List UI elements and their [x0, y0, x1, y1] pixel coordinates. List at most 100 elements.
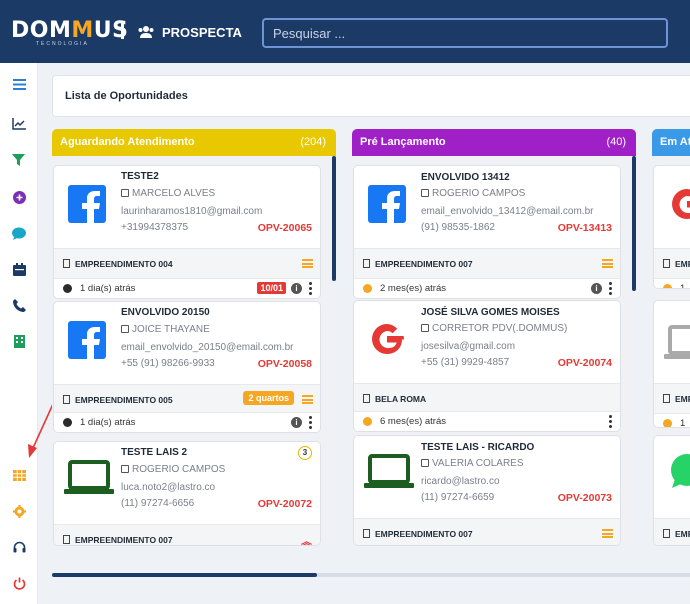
- empreendimento-label: EMPREENDIMENTO 007: [75, 535, 173, 545]
- laptop-icon: [664, 325, 690, 359]
- menu-icon[interactable]: [302, 259, 313, 268]
- building-icon: [363, 529, 370, 538]
- briefcase-icon: [421, 324, 429, 332]
- priority-up-icon[interactable]: ︽: [301, 533, 312, 545]
- empreendimento-label: BELA ROMA: [375, 394, 427, 404]
- empreendimento-label: EMPREENDIMENTO 004: [75, 259, 173, 269]
- lead-phone: +55 (31) 9929-4857: [421, 357, 510, 368]
- opv-code[interactable]: OPV-20074: [558, 357, 612, 369]
- elapsed-time: 1 dia(s) atrás: [80, 417, 136, 428]
- facebook-icon: [368, 185, 406, 223]
- opv-code[interactable]: OPV-20072: [258, 498, 312, 510]
- column-title: Em At: [660, 136, 690, 148]
- opportunity-card[interactable]: EMP: [653, 435, 690, 546]
- clock-icon: [63, 418, 72, 427]
- lead-email: email_envolvido_13412@email.com.br: [421, 206, 594, 217]
- building-icon: [363, 259, 370, 268]
- clock-icon: [363, 284, 372, 293]
- opportunity-card[interactable]: EMP 1: [653, 300, 690, 428]
- clock-icon: [663, 419, 672, 427]
- empreendimento-label: EMPREENDIMENTO 007: [375, 529, 473, 539]
- column-count: (204): [300, 136, 326, 148]
- lead-name: JOSÉ SILVA GOMES MOISES: [421, 307, 560, 318]
- more-options-icon[interactable]: [609, 282, 612, 295]
- empreendimento-label: EMPREENDIMENTO 007: [375, 259, 473, 269]
- column-header[interactable]: Em At: [652, 129, 690, 156]
- google-icon: [372, 324, 404, 354]
- opportunity-card[interactable]: ENVOLVIDO 20150 JOICE THAYANE email_envo…: [53, 301, 321, 433]
- lead-email: josesilva@gmail.com: [421, 341, 516, 352]
- more-options-icon[interactable]: [309, 282, 312, 295]
- briefcase-icon: [421, 459, 429, 467]
- lead-name: TESTE LAIS - RICARDO: [421, 442, 535, 453]
- lead-name: TESTE2: [121, 171, 159, 182]
- laptop-icon: [364, 454, 414, 488]
- column-scrollbar[interactable]: [632, 156, 636, 291]
- elapsed-time: 1: [680, 283, 686, 289]
- lead-phone: (11) 97274-6659: [421, 492, 495, 503]
- empreendimento-label: EMP: [675, 394, 690, 404]
- clock-icon: [363, 417, 372, 426]
- menu-icon[interactable]: [302, 395, 313, 404]
- building-icon: [63, 535, 70, 544]
- opportunity-card[interactable]: ENVOLVIDO 13412 ROGERIO CAMPOS email_env…: [353, 165, 621, 299]
- date-badge[interactable]: 10/01: [257, 282, 286, 294]
- kanban-column-aguardando: Aguardando Atendimento (204) TESTE2 MARC…: [52, 129, 336, 546]
- elapsed-time: 6 mes(es) atrás: [380, 416, 446, 427]
- notification-badge[interactable]: 3: [298, 446, 312, 460]
- lead-email: email_envolvido_20150@email.com.br: [121, 342, 294, 353]
- building-icon: [63, 259, 70, 268]
- agent-name: VALERIA COLARES: [421, 458, 524, 469]
- lead-email: laurinharamos1810@gmail.com: [121, 206, 263, 217]
- column-header[interactable]: Pré Lançamento (40): [352, 129, 636, 156]
- more-options-icon[interactable]: [609, 415, 612, 428]
- lead-phone: (91) 98535-1862: [421, 222, 495, 233]
- menu-icon[interactable]: [602, 529, 613, 538]
- facebook-icon: [68, 185, 106, 223]
- whatsapp-icon: [671, 454, 690, 488]
- opportunity-card[interactable]: TESTE LAIS 2 3 ROGERIO CAMPOS luca.noto2…: [53, 441, 321, 546]
- info-icon[interactable]: i: [291, 283, 302, 294]
- column-header[interactable]: Aguardando Atendimento (204): [52, 129, 336, 156]
- building-icon: [63, 395, 70, 404]
- opv-code[interactable]: OPV-13413: [558, 222, 612, 234]
- info-icon[interactable]: i: [291, 417, 302, 428]
- lead-email: ricardo@lastro.co: [421, 476, 500, 487]
- more-options-icon[interactable]: [309, 416, 312, 429]
- opv-code[interactable]: OPV-20065: [258, 222, 312, 234]
- lead-phone: +31994378375: [121, 222, 189, 233]
- page-title: Lista de Oportunidades: [65, 90, 188, 102]
- opportunity-card[interactable]: JOSÉ SILVA GOMES MOISES CORRETOR PDV(.DO…: [353, 300, 621, 432]
- tag-badge[interactable]: 2 quartos: [243, 391, 294, 405]
- briefcase-icon: [121, 325, 129, 333]
- agent-name: CORRETOR PDV(.DOMMUS): [421, 323, 567, 334]
- google-icon: [672, 189, 690, 219]
- agent-name: ROGERIO CAMPOS: [121, 464, 225, 475]
- elapsed-time: 1 dia(s) atrás: [80, 283, 136, 294]
- building-icon: [363, 394, 370, 403]
- opv-code[interactable]: OPV-20058: [258, 358, 312, 370]
- column-title: Pré Lançamento: [360, 136, 446, 148]
- column-count: (40): [606, 136, 626, 148]
- horizontal-scrollbar-thumb[interactable]: [52, 573, 317, 577]
- briefcase-icon: [121, 189, 129, 197]
- opportunity-card[interactable]: EMP 1: [653, 165, 690, 289]
- opportunity-card[interactable]: TESTE2 MARCELO ALVES laurinharamos1810@g…: [53, 165, 321, 299]
- lead-email: luca.noto2@lastro.co: [121, 482, 216, 493]
- lead-phone: +55 (91) 98266-9933: [121, 358, 215, 369]
- menu-icon[interactable]: [602, 259, 613, 268]
- lead-name: TESTE LAIS 2: [121, 447, 188, 458]
- agent-name: MARCELO ALVES: [121, 188, 215, 199]
- empreendimento-label: EMP: [675, 259, 690, 269]
- opportunity-card[interactable]: TESTE LAIS - RICARDO VALERIA COLARES ric…: [353, 435, 621, 546]
- clock-icon: [63, 284, 72, 293]
- info-icon[interactable]: i: [591, 283, 602, 294]
- opv-code[interactable]: OPV-20073: [558, 492, 612, 504]
- empreendimento-label: EMP: [675, 529, 690, 539]
- lead-phone: (11) 97274-6656: [121, 498, 195, 509]
- briefcase-icon: [121, 465, 129, 473]
- list-header: Lista de Oportunidades: [52, 75, 690, 117]
- building-icon: [663, 259, 670, 268]
- column-title: Aguardando Atendimento: [60, 136, 195, 148]
- column-scrollbar[interactable]: [332, 156, 336, 281]
